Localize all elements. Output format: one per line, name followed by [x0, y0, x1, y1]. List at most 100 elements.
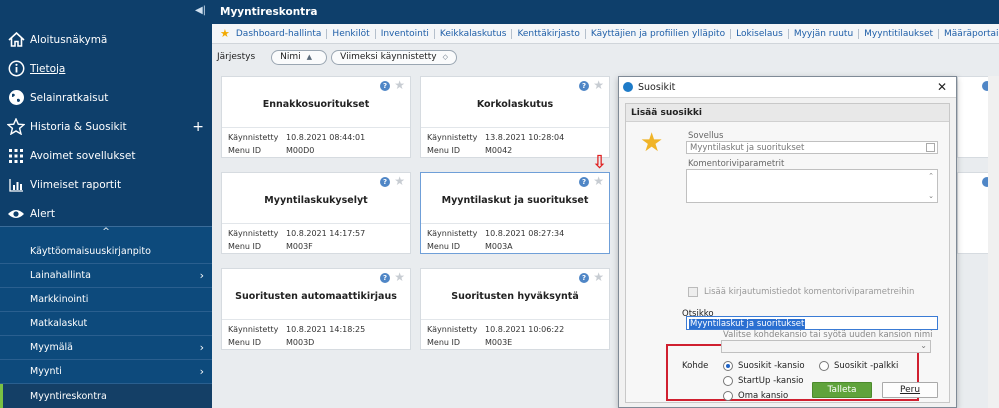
submenu-item-label: Lainahallinta: [30, 270, 91, 281]
scroll-down-icon[interactable]: ⌄: [928, 192, 934, 200]
scroll-up-icon[interactable]: ⌃: [928, 172, 934, 180]
favorite-link[interactable]: Lokiselaus: [730, 28, 788, 39]
submenu-item[interactable]: Lainahallinta ›: [0, 264, 212, 288]
dialog-body: Lisää suosikki ★ Sovellus Myyntilaskut j…: [625, 103, 950, 403]
sidebar-item-avoimet[interactable]: Avoimet sovellukset: [0, 141, 212, 170]
chevron-right-icon: ›: [199, 341, 204, 354]
folder-select[interactable]: ⌄: [721, 340, 931, 353]
submenu-item[interactable]: Matkalaskut: [0, 312, 212, 336]
sidebar-item-alert[interactable]: Alert: [0, 199, 212, 228]
radio-favorites-bar[interactable]: Suosikit -palkki: [819, 361, 898, 371]
sidebar-item-label: Aloitusnäkymä: [30, 33, 108, 46]
sidebar-item-selainratkaisut[interactable]: Selainratkaisut: [0, 83, 212, 112]
cmd-params-field[interactable]: ⌃ ⌄: [686, 169, 938, 203]
favorite-star-icon[interactable]: ★: [394, 270, 405, 284]
favorite-link[interactable]: Inventointi: [374, 28, 434, 39]
help-icon[interactable]: ?: [579, 177, 589, 187]
arrow-down-icon: ⇩: [592, 152, 608, 173]
help-icon[interactable]: ?: [579, 273, 589, 283]
cancel-button[interactable]: Peru: [882, 382, 938, 398]
dialog-titlebar: Suosikit ✕: [619, 77, 956, 98]
checkbox-box[interactable]: [688, 287, 698, 297]
radio-own-folder[interactable]: Oma kansio: [723, 391, 788, 401]
sort-last-label: Viimeksi käynnistetty: [340, 52, 437, 62]
sidebar-item-label: Viimeiset raportit: [30, 178, 122, 191]
submenu-item-label: Matkalaskut: [30, 318, 88, 329]
scrollbar[interactable]: [988, 76, 999, 408]
sidebar-item-tietoja[interactable]: Tietoja: [0, 54, 212, 83]
sidebar-item-aloitusnakyma[interactable]: Aloitusnäkymä: [0, 25, 212, 54]
card-started-row: Käynnistetty 10.8.2021 14:17:57: [228, 229, 366, 238]
app-card[interactable]: ? ★ Myyntilaskukyselyt Käynnistetty 10.8.2…: [221, 172, 411, 254]
submenu-item-active[interactable]: Myyntireskontra: [0, 384, 212, 408]
submenu-item-label: Käyttöomaisuuskirjanpito: [30, 246, 151, 257]
submenu-item[interactable]: Markkinointi: [0, 288, 212, 312]
app-card-title: Myyntilaskukyselyt: [264, 195, 368, 206]
submenu-item[interactable]: Myymälä ›: [0, 336, 212, 360]
submenu-item-label: Myymälä: [30, 342, 73, 353]
favorite-link[interactable]: Määräportainen sopimushinnasto: [938, 28, 999, 39]
star-icon: ★: [640, 128, 664, 158]
sidebar-item-label: Historia & Suosikit: [30, 120, 127, 133]
favorite-link[interactable]: Myyntitilaukset: [858, 28, 938, 39]
card-started-row: Käynnistetty 10.8.2021 08:44:01: [228, 133, 366, 142]
favorite-star-icon[interactable]: ★: [593, 174, 604, 188]
app-card[interactable]: ? ★ Suoritusten hyväksyntä Käynnistetty 10…: [420, 268, 610, 350]
login-info-checkbox[interactable]: Lisää kirjautumistiedot komentoriviparam…: [688, 287, 914, 297]
app-card-selected[interactable]: ? ★ Myyntilaskut ja suoritukset Käynniste…: [420, 172, 610, 254]
app-field: Myyntilaskut ja suoritukset: [686, 141, 938, 154]
favorite-link[interactable]: Henkilöt: [326, 28, 374, 39]
app-card[interactable]: ? ★ Suoritusten automaattikirjaus Käynnis…: [221, 268, 411, 350]
sidebar-item-label: Tietoja: [30, 62, 66, 75]
favorite-star-icon[interactable]: ★: [394, 174, 405, 188]
card-menu-row: Menu ID M00D0: [228, 146, 315, 155]
sort-neutral-icon: ◇: [442, 53, 448, 61]
favorite-link[interactable]: Keikkalaskutus: [433, 28, 512, 39]
submenu-item-label: Myyntireskontra: [30, 390, 107, 402]
radio-startup-folder[interactable]: StartUp -kansio: [723, 376, 804, 386]
sidebar-item-label: Avoimet sovellukset: [30, 149, 136, 162]
chevron-down-icon: ⌄: [920, 341, 927, 350]
submenu-item-label: Markkinointi: [30, 294, 89, 305]
add-favorite-icon[interactable]: +: [192, 119, 204, 135]
app-card-title: Suoritusten automaattikirjaus: [235, 291, 397, 302]
checkbox-label: Lisää kirjautumistiedot komentoriviparam…: [704, 287, 915, 297]
chevron-up-icon[interactable]: ^: [0, 226, 212, 240]
favorite-star-icon[interactable]: ★: [593, 270, 604, 284]
radio-favorites-folder[interactable]: Suosikit -kansio: [723, 361, 805, 371]
favorite-star-icon[interactable]: ★: [593, 78, 604, 92]
favorite-link[interactable]: Myyjän ruutu: [787, 28, 858, 39]
star-icon: [2, 118, 30, 135]
sort-name-button[interactable]: Nimi ▲: [271, 49, 328, 65]
collapse-sidebar-icon[interactable]: ◀|: [195, 5, 206, 16]
sidebar-item-raportit[interactable]: Viimeiset raportit: [0, 170, 212, 199]
help-icon[interactable]: ?: [380, 273, 390, 283]
submenu-item-label: Myynti: [30, 366, 62, 377]
card-started-row: Käynnistetty 13.8.2021 10:28:04: [427, 133, 565, 142]
app-card[interactable]: ? ★ Ennakkosuoritukset Käynnistetty 10.8.2…: [221, 76, 411, 158]
favorite-link[interactable]: Kenttäkirjasto: [511, 28, 584, 39]
eye-icon: [2, 208, 30, 220]
help-icon[interactable]: ?: [380, 177, 390, 187]
browse-icon[interactable]: [926, 143, 935, 152]
help-icon[interactable]: ?: [579, 81, 589, 91]
submenu-item[interactable]: Käyttöomaisuuskirjanpito: [0, 240, 212, 264]
submenu-item[interactable]: Myynti ›: [0, 360, 212, 384]
save-button[interactable]: Talleta: [812, 382, 872, 398]
title-input[interactable]: Myyntilaskut ja suoritukset: [686, 316, 938, 330]
dialog-title: Suosikit: [638, 81, 676, 93]
card-started-row: Käynnistetty 10.8.2021 10:06:22: [427, 325, 565, 334]
close-icon[interactable]: ✕: [937, 80, 947, 94]
help-icon[interactable]: ?: [380, 81, 390, 91]
sidebar-item-historia[interactable]: Historia & Suosikit +: [0, 112, 212, 141]
app-card-title: Myyntilaskut ja suoritukset: [441, 195, 589, 206]
app-card[interactable]: ? ★ Korkolaskutus Käynnistetty 13.8.2021 1…: [420, 76, 610, 158]
favorite-link[interactable]: Käyttäjien ja profiilien ylläpito: [584, 28, 730, 39]
favorite-link[interactable]: Dashboard-hallinta: [236, 29, 327, 39]
chevron-right-icon: ›: [199, 269, 204, 282]
sort-last-started-button[interactable]: Viimeksi käynnistetty ◇: [331, 49, 457, 65]
card-menu-row: Menu ID M003D: [228, 338, 315, 347]
app-card-title: Suoritusten hyväksyntä: [451, 291, 579, 302]
favorite-star-icon[interactable]: ★: [394, 78, 405, 92]
globe-icon: [2, 89, 30, 106]
